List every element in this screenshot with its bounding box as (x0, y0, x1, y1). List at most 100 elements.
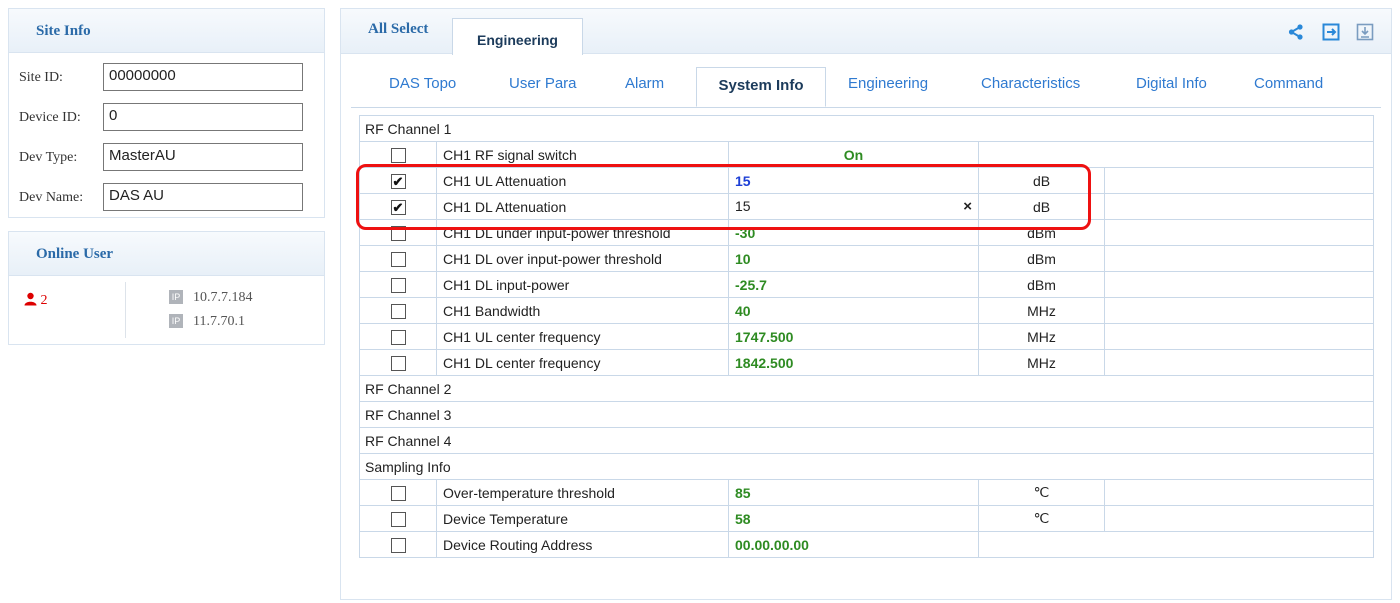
ip-address: 11.7.70.1 (193, 314, 245, 329)
param-name: CH1 DL over input-power threshold (436, 245, 729, 272)
dev-name-label: Dev Name: (19, 190, 84, 205)
site-id-row: Site ID: 00000000 (9, 63, 324, 93)
ip-icon: IP (169, 314, 183, 328)
tab-system-info[interactable]: System Info (696, 67, 826, 107)
tab-all-select[interactable]: All Select (368, 21, 428, 58)
table-row: ✔ CH1 UL Attenuation 15 dB (359, 167, 1374, 194)
param-value: 58 (728, 505, 979, 532)
param-value-input[interactable]: 15 × (728, 193, 979, 220)
row-checkbox[interactable] (390, 537, 406, 553)
tab-digital-info[interactable]: Digital Info (1136, 75, 1207, 92)
device-id-field[interactable]: 0 (103, 103, 303, 131)
download-icon[interactable] (1356, 23, 1374, 41)
section-rf-channel-3[interactable]: RF Channel 3 (359, 401, 1374, 428)
main-panel: All Select Engineering DAS Topo User Par… (340, 8, 1392, 600)
param-name: CH1 UL center frequency (436, 323, 729, 350)
param-value: -30 (728, 219, 979, 246)
param-value: 00.00.00.00 (728, 531, 979, 558)
row-checkbox[interactable] (390, 225, 406, 241)
param-value: -25.7 (728, 271, 979, 298)
section-rf-channel-4[interactable]: RF Channel 4 (359, 427, 1374, 454)
param-unit: dB (978, 193, 1105, 220)
ip-address: 10.7.7.184 (193, 290, 253, 305)
row-checkbox[interactable] (390, 485, 406, 501)
param-name: CH1 DL under input-power threshold (436, 219, 729, 246)
row-checkbox[interactable] (390, 355, 406, 371)
tab-characteristics[interactable]: Characteristics (981, 75, 1080, 92)
section-rf-channel-1[interactable]: RF Channel 1 (359, 115, 1374, 142)
site-id-label: Site ID: (19, 70, 63, 85)
dev-type-field[interactable]: MasterAU (103, 143, 303, 171)
param-value: On (728, 141, 979, 168)
device-id-label: Device ID: (19, 110, 81, 125)
ip-icon: IP (169, 290, 183, 304)
param-value-text[interactable]: 15 (735, 198, 751, 214)
system-info-table: RF Channel 1 CH1 RF signal switch On ✔ C… (359, 115, 1374, 558)
param-name: CH1 DL input-power (436, 271, 729, 298)
param-name: CH1 Bandwidth (436, 297, 729, 324)
site-info-panel: Site Info Site ID: 00000000 Device ID: 0… (8, 8, 325, 218)
param-value: 10 (728, 245, 979, 272)
param-unit: ℃ (978, 479, 1105, 506)
row-checkbox[interactable] (390, 251, 406, 267)
row-checkbox-checked[interactable]: ✔ (390, 173, 406, 189)
row-checkbox[interactable] (390, 147, 406, 163)
table-row: CH1 DL over input-power threshold 10 dBm (359, 245, 1374, 272)
table-row: Over-temperature threshold 85 ℃ (359, 479, 1374, 506)
section-sampling-info[interactable]: Sampling Info (359, 453, 1374, 480)
top-tab-bar: All Select Engineering (341, 9, 1391, 55)
table-row: CH1 RF signal switch On (359, 141, 1374, 168)
site-info-title: Site Info (9, 9, 324, 53)
tab-user-para[interactable]: User Para (509, 75, 577, 92)
param-unit: dBm (978, 271, 1105, 298)
param-value[interactable]: 15 (728, 167, 979, 194)
online-user-panel: Online User 2 IP 10.7.7.184 IP 11.7.70.1 (8, 231, 325, 345)
param-name: CH1 DL center frequency (436, 349, 729, 376)
user-icon (24, 292, 37, 311)
table-row: ✔ CH1 DL Attenuation 15 × dB (359, 193, 1374, 220)
ip-item: IP 11.7.70.1 (169, 314, 245, 330)
param-name: CH1 UL Attenuation (436, 167, 729, 194)
param-unit: MHz (978, 297, 1105, 324)
sub-tab-rule (351, 107, 1381, 108)
table-row: CH1 DL input-power -25.7 dBm (359, 271, 1374, 298)
dev-name-field[interactable]: DAS AU (103, 183, 303, 211)
dev-type-label: Dev Type: (19, 150, 78, 165)
export-icon[interactable] (1322, 23, 1340, 41)
share-icon[interactable] (1287, 23, 1305, 41)
dev-name-row: Dev Name: DAS AU (9, 183, 324, 213)
tab-alarm[interactable]: Alarm (625, 75, 664, 92)
row-checkbox[interactable] (390, 511, 406, 527)
param-name: Device Temperature (436, 505, 729, 532)
row-checkbox[interactable] (390, 329, 406, 345)
param-unit: MHz (978, 323, 1105, 350)
param-unit: dBm (978, 245, 1105, 272)
param-unit: dB (978, 167, 1105, 194)
param-value: 85 (728, 479, 979, 506)
clear-icon[interactable]: × (963, 198, 972, 215)
online-user-number: 2 (40, 293, 48, 308)
table-row: CH1 DL under input-power threshold -30 d… (359, 219, 1374, 246)
param-value: 1747.500 (728, 323, 979, 350)
table-row: CH1 DL center frequency 1842.500 MHz (359, 349, 1374, 376)
section-rf-channel-2[interactable]: RF Channel 2 (359, 375, 1374, 402)
param-unit (978, 531, 1374, 558)
online-user-title: Online User (9, 232, 324, 276)
ip-item: IP 10.7.7.184 (169, 290, 253, 306)
tab-engineering-sub[interactable]: Engineering (848, 75, 928, 92)
param-value: 1842.500 (728, 349, 979, 376)
param-unit: MHz (978, 349, 1105, 376)
row-checkbox-checked[interactable]: ✔ (390, 199, 406, 215)
tab-engineering[interactable]: Engineering (452, 18, 583, 55)
param-unit (978, 141, 1374, 168)
table-row: CH1 UL center frequency 1747.500 MHz (359, 323, 1374, 350)
param-name: CH1 DL Attenuation (436, 193, 729, 220)
row-checkbox[interactable] (390, 303, 406, 319)
site-id-field[interactable]: 00000000 (103, 63, 303, 91)
param-name: CH1 RF signal switch (436, 141, 729, 168)
tab-command[interactable]: Command (1254, 75, 1323, 92)
online-user-count: 2 (24, 292, 48, 311)
row-checkbox[interactable] (390, 277, 406, 293)
table-row: Device Temperature 58 ℃ (359, 505, 1374, 532)
tab-das-topo[interactable]: DAS Topo (389, 75, 456, 92)
